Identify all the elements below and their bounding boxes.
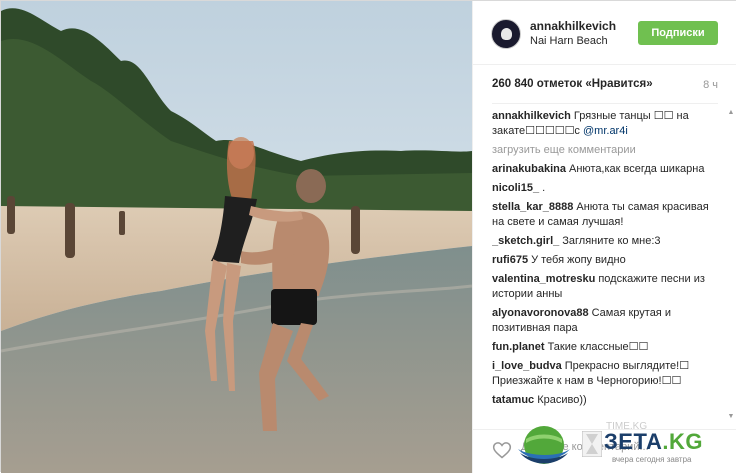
comment-text: Красиво)) [537,394,587,406]
avatar-logo-icon [501,28,512,40]
comment-username[interactable]: valentina_motresku [492,273,595,285]
watermark-tagline: вчера сегодня завтра [612,455,692,464]
username-link[interactable]: annakhilkevich [530,19,616,33]
comment-text: У тебя жопу видно [531,254,626,266]
comment-text: . [542,182,546,194]
watermark-logo: ЗЕТА.KG [580,429,703,455]
likes-row: 260 840 отметок «Нравится» 8 ч [492,78,718,96]
comment-items: arinakubakina Анюта,как всегда шикарна nic… [492,162,718,408]
comment-text: Такие классные☐☐ [547,341,649,353]
logo-main: ЗЕТА [604,429,663,454]
comment-item: arinakubakina Анюта,как всегда шикарна [492,162,718,177]
comment-username[interactable]: alyonavoronova88 [492,307,589,319]
comment-text: Анюта,как всегда шикарна [568,163,705,175]
comment-item: fun.planet Такие классные☐☐ [492,340,718,355]
likes-count[interactable]: 260 840 отметок «Нравится» [492,78,653,90]
post-header: annakhilkevich Nai Harn Beach Подписки [473,1,736,65]
comment-username[interactable]: i_love_budva [492,360,562,372]
globe-logo-icon [518,426,570,464]
comment-item: stella_kar_8888 Анюта ты самая красивая н… [492,200,718,230]
comment-username[interactable]: nicoli15_ [492,182,539,194]
comment-username[interactable]: fun.planet [492,341,545,353]
post-photo[interactable] [1,1,472,473]
comment-item: nicoli15_. [492,181,718,196]
comment-username[interactable]: _sketch.girl_ [492,235,559,247]
comment-username[interactable]: stella_kar_8888 [492,201,573,213]
site-watermark: TIME.KG ЗЕТА.KG вчера сегодня завтра [516,419,734,471]
caption: annakhilkevich Грязные танцы ☐☐ на закате… [492,109,718,139]
comment-item: rufi675 У тебя жопу видно [492,253,718,268]
comment-text: Загляните ко мне:3 [562,235,661,247]
avatar[interactable] [491,19,521,49]
post-sidebar: annakhilkevich Nai Harn Beach Подписки 2… [472,1,736,473]
comment-username[interactable]: arinakubakina [492,163,566,175]
scroll-up-arrow-icon[interactable]: ▲ [727,109,735,117]
post-frame: annakhilkevich Nai Harn Beach Подписки 2… [0,0,736,473]
comment-item: alyonavoronova88 Самая крутая и позитивна… [492,306,718,336]
divider [492,103,718,104]
heart-icon[interactable] [492,440,512,460]
location-link[interactable]: Nai Harn Beach [530,35,608,47]
comment-item: _sketch.girl_ Загляните ко мне:3 [492,234,718,249]
follow-button[interactable]: Подписки [638,21,718,45]
comment-item: tatamuc Красиво)) [492,393,718,408]
comment-item: i_love_budva Прекрасно выглядите!☐ Приезж… [492,359,718,389]
comments-scrollbar[interactable]: ▲ ▼ [727,109,735,421]
caption-mention[interactable]: @mr.ar4i [583,125,628,137]
comments-list: annakhilkevich Грязные танцы ☐☐ на закате… [492,109,718,427]
post-time[interactable]: 8 ч [703,79,718,91]
beach-photo [1,1,472,473]
caption-username[interactable]: annakhilkevich [492,110,571,122]
comment-username[interactable]: tatamuc [492,394,534,406]
comment-username[interactable]: rufi675 [492,254,528,266]
comment-item: valentina_motresku подскажите песни из ис… [492,272,718,302]
load-more-comments[interactable]: загрузить еще комментарии [492,143,718,158]
logo-suffix: .KG [662,429,704,454]
